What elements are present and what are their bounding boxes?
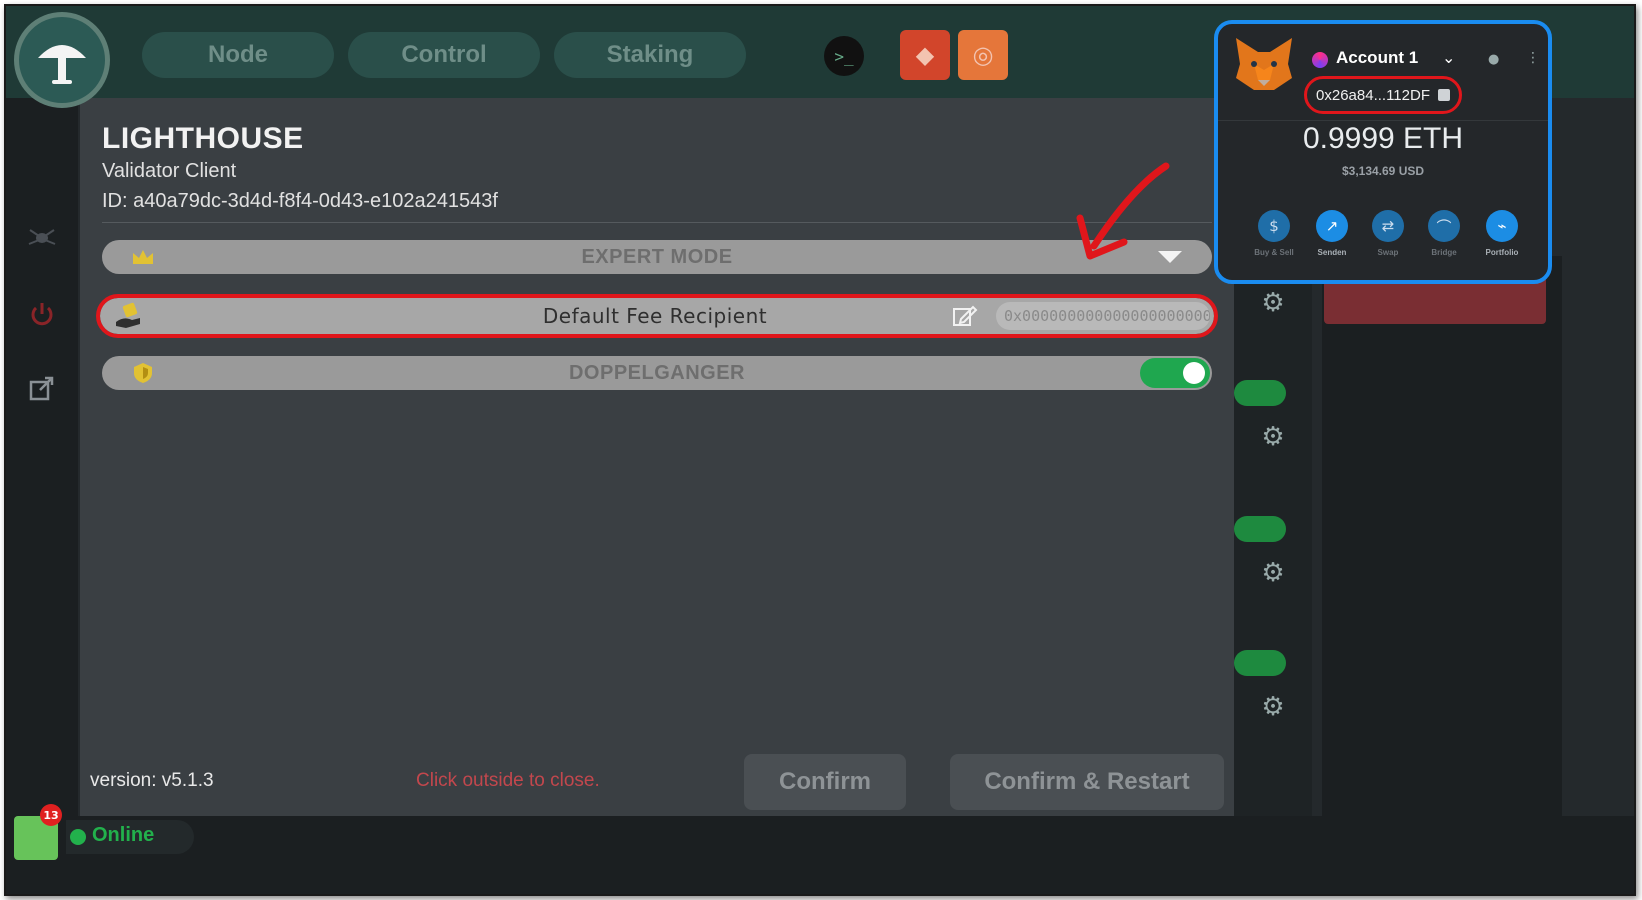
copy-icon[interactable]	[1437, 89, 1450, 101]
fee-recipient-input[interactable]: 0x00000000000000000000000000000000000000…	[996, 302, 1210, 330]
portfolio-button[interactable]: ⌁ Portfolio	[1476, 210, 1528, 257]
background-toggle	[1234, 650, 1286, 676]
fee-recipient-row: Default Fee Recipient 0x0000000000000000…	[96, 294, 1218, 338]
send-arrow-icon: ↗	[1316, 210, 1348, 242]
send-button[interactable]: ↗ Senden	[1306, 210, 1358, 257]
modal-title: LIGHTHOUSE	[102, 122, 304, 155]
version-text: version: v5.1.3	[90, 770, 214, 791]
address-text: 0x26a84...112DF	[1316, 86, 1430, 104]
bridge-label: Bridge	[1431, 248, 1457, 257]
online-dot-icon	[70, 829, 86, 845]
expert-mode-label: EXPERT MODE	[581, 245, 733, 268]
left-sidebar	[6, 98, 78, 894]
app-window: Node Control Staking >_ ◆ ◎ ? ⚙ ⚙ ⚙ ⚙	[4, 4, 1636, 896]
tab-control[interactable]: Control	[348, 32, 540, 78]
portfolio-label: Portfolio	[1485, 248, 1519, 257]
doppelganger-toggle[interactable]	[1140, 358, 1210, 388]
account-address[interactable]: 0x26a84...112DF	[1304, 76, 1462, 114]
status-bar: 13 Online	[6, 804, 1634, 894]
gear-icon: ⚙	[1261, 692, 1285, 722]
doppelganger-row: DOPPELGANGER	[102, 356, 1212, 390]
doppelganger-label: DOPPELGANGER	[568, 361, 746, 384]
divider	[1218, 120, 1548, 121]
gear-icon: ⚙	[1261, 288, 1285, 318]
terminal-icon[interactable]: >_	[824, 36, 864, 76]
metamask-fox-icon	[1236, 38, 1292, 90]
portfolio-chart-icon: ⌁	[1486, 210, 1518, 242]
grafana-icon[interactable]: ◎	[958, 30, 1008, 80]
swap-button[interactable]: ⇄ Swap	[1362, 210, 1414, 257]
shield-icon	[130, 361, 156, 385]
usd-balance: $3,134.69 USD	[1341, 164, 1425, 178]
divider	[102, 222, 1212, 223]
buy-sell-button[interactable]: $ Buy & Sell	[1248, 210, 1300, 257]
client-id: ID: a40a79dc-3d4d-f8f4-0d43-e102a241543f	[102, 190, 498, 212]
background-toggle	[1234, 380, 1286, 406]
mushroom-logo-icon	[38, 45, 86, 84]
swap-icon: ⇄	[1372, 210, 1404, 242]
power-icon[interactable]	[24, 296, 60, 332]
tab-staking[interactable]: Staking	[554, 32, 746, 78]
chevron-down-icon[interactable]: ⌄	[1442, 48, 1455, 67]
tab-node[interactable]: Node	[142, 32, 334, 78]
bridge-icon: ⌒	[1428, 210, 1460, 242]
annotation-arrow	[1076, 162, 1170, 260]
background-side-panel	[1322, 256, 1562, 816]
send-label: Senden	[1317, 248, 1347, 257]
connected-sites-icon[interactable]: ●	[1488, 52, 1504, 67]
metamask-popup: Account 1 ⌄ ● ⋮ 0x26a84...112DF 0.9999 E…	[1214, 20, 1552, 284]
buy-sell-label: Buy & Sell	[1254, 248, 1294, 257]
kebab-menu-icon[interactable]: ⋮	[1526, 50, 1540, 66]
account-name[interactable]: Account 1	[1336, 48, 1418, 68]
eth-balance: 0.9999 ETH	[1302, 122, 1464, 155]
gear-icon: ⚙	[1261, 422, 1285, 452]
spider-icon[interactable]	[24, 220, 60, 256]
crown-icon	[130, 245, 156, 269]
app-logo[interactable]	[14, 12, 110, 108]
close-hint: Click outside to close.	[416, 770, 600, 791]
buy-sell-icon: $	[1258, 210, 1290, 242]
swap-label: Swap	[1377, 248, 1399, 257]
client-settings-modal: LIGHTHOUSE Validator Client ID: a40a79dc…	[80, 98, 1234, 816]
bridge-button[interactable]: ⌒ Bridge	[1418, 210, 1470, 257]
status-text: Online	[92, 824, 155, 846]
background-toggle	[1234, 516, 1286, 542]
export-icon[interactable]	[24, 370, 60, 406]
modal-subtitle: Validator Client	[102, 160, 237, 182]
rocketpool-icon[interactable]: ◆	[900, 30, 950, 80]
expert-mode-row[interactable]: EXPERT MODE	[102, 240, 1212, 274]
confirm-restart-button[interactable]: Confirm & Restart	[950, 754, 1224, 810]
account-avatar-icon	[1312, 52, 1328, 68]
notification-badge: 13	[40, 804, 62, 826]
edit-icon[interactable]	[952, 304, 978, 328]
confirm-button[interactable]: Confirm	[744, 754, 906, 810]
gear-icon: ⚙	[1261, 558, 1285, 588]
